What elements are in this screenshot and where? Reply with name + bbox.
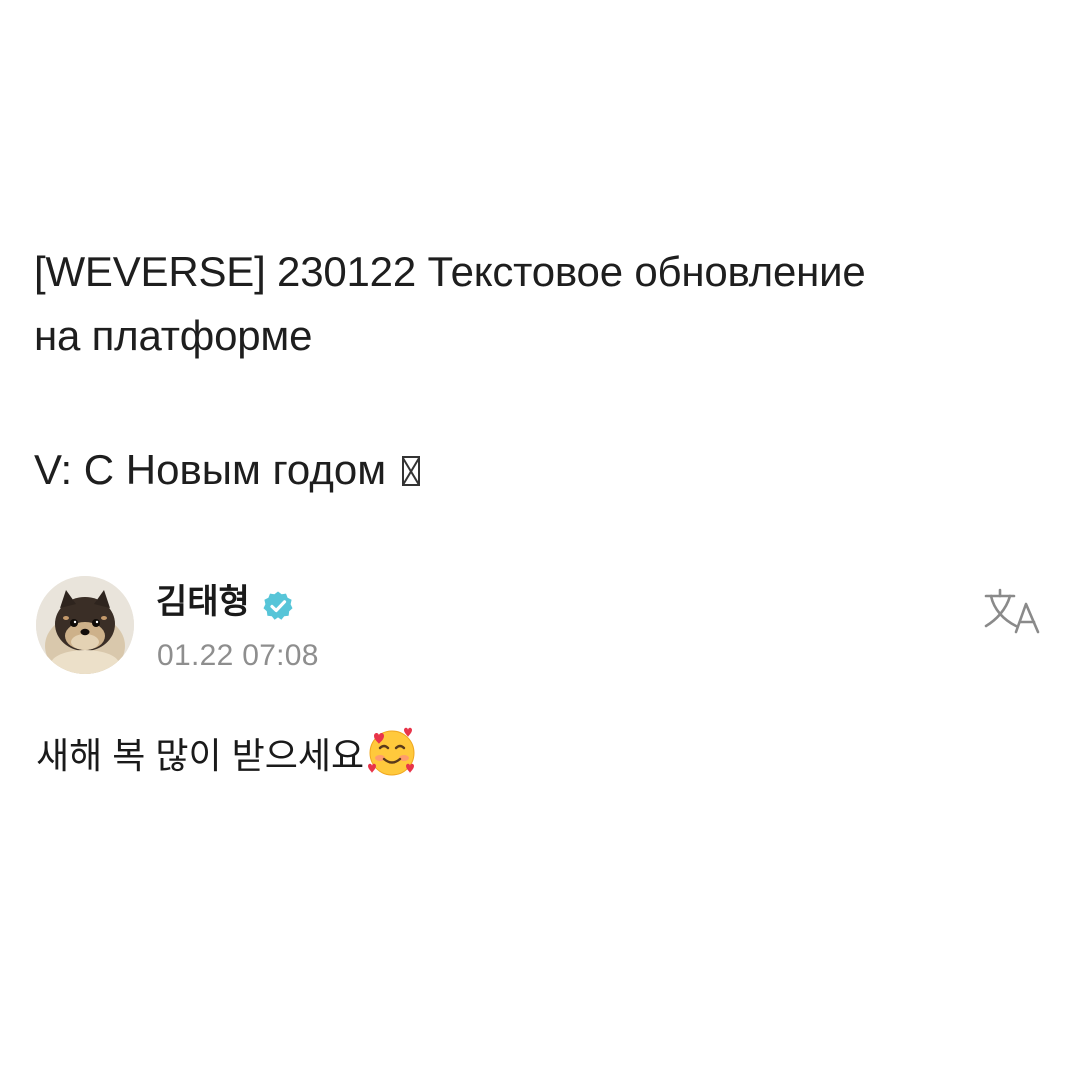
caption-line-1: [WEVERSE] 230122 Текстовое обновление xyxy=(34,248,866,295)
author-name[interactable]: 김태형 xyxy=(156,580,250,624)
smiling-face-with-hearts-icon xyxy=(368,727,415,776)
greeting-text: V: С Новым годом xyxy=(34,446,387,493)
caption-header: [WEVERSE] 230122 Текстовое обновление на… xyxy=(34,240,1034,368)
translate-icon[interactable] xyxy=(982,586,1046,638)
post-timestamp: 01.22 07:08 xyxy=(157,639,319,672)
pomeranian-avatar-icon xyxy=(36,576,134,674)
caption-greeting: V: С Новым годом xyxy=(34,438,420,502)
caption-line-2: на платформе xyxy=(34,312,313,359)
verified-badge-icon xyxy=(263,591,293,620)
post-card: 김태형 01.22 07:08 새해 복 많이 받으세요 xyxy=(0,560,1080,820)
avatar[interactable] xyxy=(36,576,134,674)
post-body: 새해 복 많이 받으세요 xyxy=(36,726,418,784)
post-body-text: 새해 복 많이 받으세요 xyxy=(36,735,365,776)
missing-glyph-icon xyxy=(401,456,420,486)
